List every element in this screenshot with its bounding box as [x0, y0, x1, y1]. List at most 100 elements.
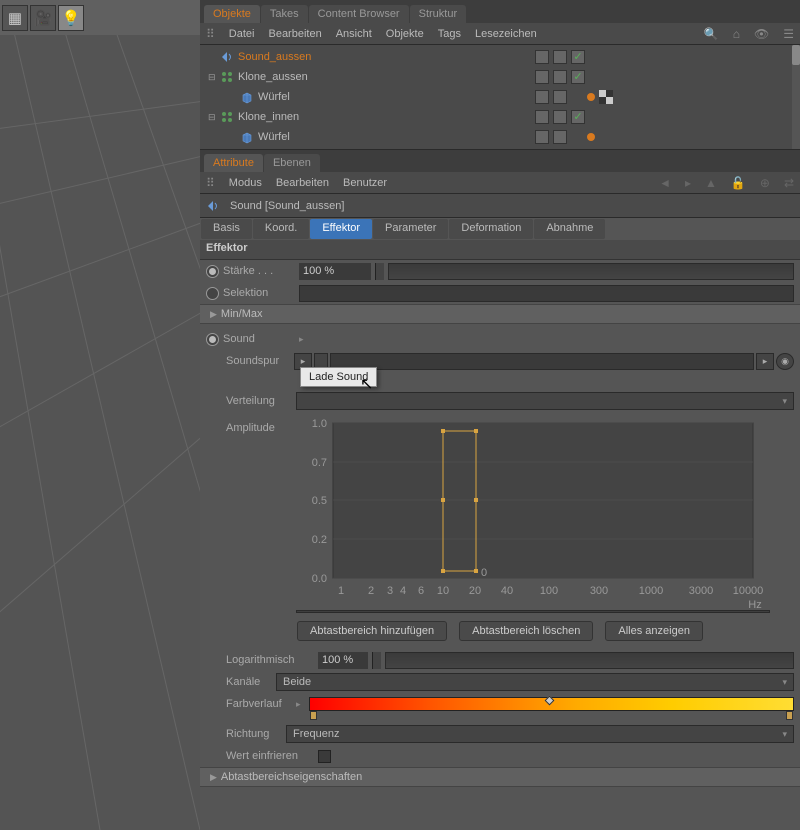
checkbox-wert-einfrieren[interactable]	[318, 750, 331, 763]
tab-objekte[interactable]: Objekte	[204, 5, 260, 23]
slider-log[interactable]	[385, 652, 794, 669]
gradient-handle-left[interactable]	[310, 711, 317, 720]
amplitude-chart[interactable]: 1.0 0.7 0.5 0.2 0.0 123 4610 2040100 300…	[296, 418, 770, 608]
tree-label: Klone_innen	[238, 111, 307, 123]
back-icon[interactable]: ◄	[659, 176, 671, 190]
home-icon[interactable]: ⌂	[733, 27, 740, 41]
viewport-3d[interactable]	[0, 35, 200, 830]
tab-ebenen[interactable]: Ebenen	[264, 154, 320, 172]
lock-icon[interactable]: 🔓	[731, 176, 746, 190]
view-persp-icon[interactable]: ▦	[2, 5, 28, 31]
input-log[interactable]	[318, 652, 368, 669]
radio-selektion[interactable]	[206, 287, 219, 300]
menu-modus[interactable]: Modus	[229, 177, 262, 189]
tab-content-browser[interactable]: Content Browser	[309, 5, 409, 23]
select-kanaele[interactable]: Beide	[276, 673, 794, 691]
svg-text:10: 10	[437, 585, 449, 597]
btn-del-range[interactable]: Abtastbereich löschen	[459, 621, 593, 641]
svg-text:6: 6	[418, 585, 424, 597]
eye-icon[interactable]: 👁	[754, 27, 769, 41]
collapse-minmax[interactable]: ▶ Min/Max	[200, 304, 800, 324]
input-staerke[interactable]	[299, 263, 371, 280]
svg-text:0.5: 0.5	[312, 495, 327, 507]
tree-row-wuerfel-1[interactable]: Würfel	[200, 87, 800, 107]
prop-tab-parameter[interactable]: Parameter	[373, 219, 448, 239]
collapse-abtastbereich[interactable]: ▶ Abtastbereichseigenschaften	[200, 767, 800, 787]
svg-text:3000: 3000	[689, 585, 713, 597]
sound-effector-icon	[220, 50, 234, 64]
tree-scrollbar[interactable]	[792, 45, 800, 149]
texture-tag[interactable]	[599, 90, 613, 104]
select-richtung[interactable]: Frequenz	[286, 725, 794, 743]
menu-bearbeiten[interactable]: Bearbeiten	[268, 28, 321, 40]
up-icon[interactable]: ▲	[705, 176, 717, 190]
spinner-log[interactable]	[372, 652, 381, 669]
tab-attribute[interactable]: Attribute	[204, 154, 263, 172]
fwd-icon[interactable]: ▸	[685, 176, 691, 190]
prop-tab-abnahme[interactable]: Abnahme	[534, 219, 605, 239]
tree-collapse-icon[interactable]: ⊟	[208, 72, 220, 83]
gradient-handle-right[interactable]	[786, 711, 793, 720]
radio-sound[interactable]	[206, 333, 219, 346]
label-kanaele: Kanäle	[226, 676, 272, 688]
prop-tab-basis[interactable]: Basis	[201, 219, 252, 239]
gradient-editor[interactable]	[309, 697, 794, 711]
search-icon[interactable]: 🔍	[704, 27, 719, 41]
menu-objekte[interactable]: Objekte	[386, 28, 424, 40]
layer-dot[interactable]	[535, 50, 549, 64]
enable-check[interactable]: ✓	[571, 50, 585, 64]
btn-show-all[interactable]: Alles anzeigen	[605, 621, 703, 641]
menu-datei[interactable]: Datei	[229, 28, 255, 40]
prop-tab-koord[interactable]: Koord.	[253, 219, 309, 239]
select-verteilung[interactable]	[296, 392, 794, 410]
tag-dot[interactable]	[587, 93, 595, 101]
svg-text:0.0: 0.0	[312, 573, 327, 585]
list-icon[interactable]: ☰	[783, 27, 794, 41]
radio-staerke[interactable]	[206, 265, 219, 278]
menu-grip-icon[interactable]: ⠿	[206, 176, 215, 190]
object-tree[interactable]: Sound_aussen ✓ ⊟ Klone_aussen ✓ Würfel ⊟…	[200, 45, 800, 150]
svg-text:1.0: 1.0	[312, 418, 327, 430]
tree-label: Würfel	[258, 131, 298, 143]
menu-bearbeiten[interactable]: Bearbeiten	[276, 177, 329, 189]
menu-lesezeichen[interactable]: Lesezeichen	[475, 28, 537, 40]
cloner-icon	[220, 70, 234, 84]
tag-dot[interactable]	[587, 133, 595, 141]
vis-dot[interactable]	[553, 50, 567, 64]
tree-collapse-icon[interactable]: ⊟	[208, 112, 220, 123]
svg-text:0.7: 0.7	[312, 457, 327, 469]
tab-struktur[interactable]: Struktur	[410, 5, 467, 23]
prop-tab-effektor[interactable]: Effektor	[310, 219, 372, 239]
spinner-staerke[interactable]	[375, 263, 384, 280]
cube-icon	[240, 90, 254, 104]
prop-tab-deformation[interactable]: Deformation	[449, 219, 533, 239]
tree-row-sound-aussen[interactable]: Sound_aussen ✓	[200, 47, 800, 67]
link-icon[interactable]: ⇄	[784, 176, 794, 190]
tree-row-klone-innen[interactable]: ⊟ Klone_innen ✓	[200, 107, 800, 127]
soundspur-browse-button[interactable]: ▸	[756, 353, 774, 370]
tree-row-klone-aussen[interactable]: ⊟ Klone_aussen ✓	[200, 67, 800, 87]
input-soundspur[interactable]	[330, 353, 754, 370]
gradient-stop[interactable]	[545, 696, 555, 706]
viewport-toolbar: ▦ 🎥 💡	[0, 0, 200, 35]
menu-ansicht[interactable]: Ansicht	[336, 28, 372, 40]
new-icon[interactable]: ⊕	[760, 176, 770, 190]
btn-add-range[interactable]: Abtastbereich hinzufügen	[297, 621, 447, 641]
svg-text:0: 0	[481, 567, 487, 579]
label-farbverlauf: Farbverlauf	[226, 698, 292, 710]
camera-icon[interactable]: 🎥	[30, 5, 56, 31]
tab-takes[interactable]: Takes	[261, 5, 308, 23]
tree-label: Sound_aussen	[238, 51, 319, 63]
menu-tags[interactable]: Tags	[438, 28, 461, 40]
tree-row-wuerfel-2[interactable]: Würfel	[200, 127, 800, 147]
label-selektion: Selektion	[223, 287, 295, 299]
svg-text:10000: 10000	[733, 585, 764, 597]
input-selektion[interactable]	[299, 285, 794, 302]
soundspur-play-icon[interactable]: ◉	[776, 353, 794, 370]
light-icon[interactable]: 💡	[58, 5, 84, 31]
menu-benutzer[interactable]: Benutzer	[343, 177, 387, 189]
slider-staerke[interactable]	[388, 263, 794, 280]
svg-text:100: 100	[540, 585, 558, 597]
menu-grip-icon[interactable]: ⠿	[206, 27, 215, 41]
label-minmax: Min/Max	[221, 308, 263, 320]
